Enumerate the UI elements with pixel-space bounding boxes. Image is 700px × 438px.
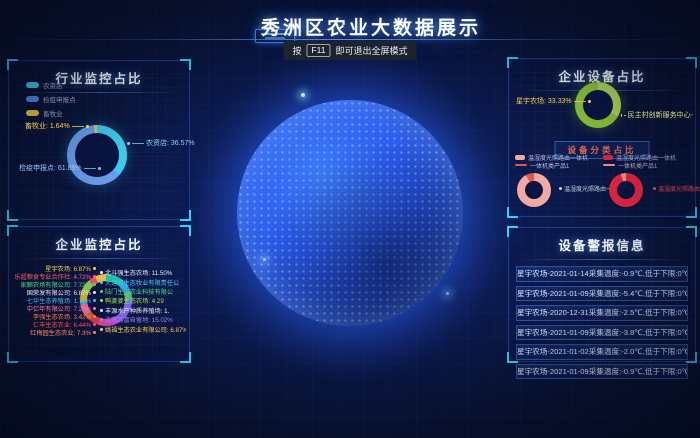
dashboard: 秀洲区农业大数据展示 按 F11 即可退出全屏模式 行业监控占比 农资店 检疫申…: [0, 0, 700, 438]
legend-swatch: [603, 164, 615, 166]
device-alarm-panel: 设备警报信息 星宇农场-2021-01-14采集温度:-0.9℃,低于下限:0℃…: [508, 227, 696, 362]
device-ratio-panel: 企业设备占比 星宇农场: 33.33% 民主村创新服务中心- 设备分类占比 温湿…: [508, 58, 696, 217]
particle: [301, 93, 305, 97]
legend-item[interactable]: 畜牧业: [26, 108, 76, 118]
f11-keycap: F11: [306, 44, 330, 57]
alarm-row: 星宇农场-2021-01-09采集温度:-3.8℃,低于下限:0℃: [516, 325, 688, 341]
legend-item[interactable]: 一体机类产品1: [515, 161, 601, 169]
legend-item[interactable]: 检疫申报点: [26, 94, 76, 104]
mini-donut-chart[interactable]: [609, 173, 643, 207]
legend-swatch: [26, 110, 39, 116]
alarm-row: 星宇农场-2021-01-09采集温度:-5.4℃,低于下限:0℃: [516, 286, 688, 302]
pie-label: 检疫申报点: 61.85%: [19, 163, 101, 173]
particle: [446, 292, 449, 295]
panel-title: 设备警报信息: [509, 235, 695, 254]
legend-label: 农资店: [43, 80, 63, 90]
mini-chart-left: 温湿度光照路由一体机 一体机类产品1 温湿度光照路由一—: [515, 153, 601, 213]
industry-monitor-panel: 行业监控占比 农资店 检疫申报点 畜牧业 畜牧业: 1.64%: [8, 60, 190, 220]
legend-swatch: [603, 155, 613, 160]
pie-label: 畜牧业: 1.64%: [25, 121, 89, 131]
legend-item[interactable]: 一体机类产品1: [603, 161, 700, 169]
pie-labels-right: 北斗强生态农场: 11.50% 大运河生态牧业有限责任公 陆门生态农业科技有限公…: [100, 268, 186, 334]
legend-label: 一体机类产品1: [618, 161, 657, 170]
pie-labels-left: 星宇农场: 6.87% 乐超粮食专业合作社: 4.72% 家麒农场有限公司: 7…: [14, 264, 96, 336]
pie-label: 民主村创新服务中心-: [621, 110, 693, 120]
legend-swatch: [26, 96, 39, 102]
mini-chart-right: 温湿度光照路由一体机 一体机类产品1 温湿度光照路由一—: [603, 153, 700, 213]
particle: [263, 258, 266, 261]
alarm-list: 星宇农场-2021-01-14采集温度:-0.9℃,低于下限:0℃ 星宇农场-2…: [509, 266, 695, 379]
divider: [18, 258, 180, 259]
tooltip-prefix: 按: [292, 44, 301, 57]
alarm-row: 星宇农场-2021-01-14采集温度:-0.9℃,低于下限:0℃: [516, 266, 688, 282]
mini-donut-chart[interactable]: [517, 173, 551, 207]
legend-swatch: [515, 164, 527, 166]
fullscreen-tooltip: 按 F11 即可退出全屏模式: [283, 41, 416, 60]
industry-donut-chart[interactable]: [67, 125, 127, 185]
chart-legend: 农资店 检疫申报点 畜牧业: [26, 80, 76, 118]
legend-label: 检疫申报点: [43, 94, 76, 104]
alarm-row: 星宇农场-2021-01-02采集温度:-2.0℃,低于下限:0℃: [516, 344, 688, 360]
tooltip-suffix: 即可退出全屏模式: [336, 44, 408, 57]
pie-label: 星宇农场: 33.33%: [516, 96, 591, 106]
panel-title: 企业监控占比: [9, 234, 189, 253]
legend-label: 一体机类产品1: [530, 161, 569, 170]
page-title: 秀洲区农业大数据展示: [0, 13, 700, 40]
alarm-row: 星宇农场-2020-12-31采集温度:-2.5℃,低于下限:0℃: [516, 305, 688, 321]
globe: [237, 100, 463, 326]
legend-swatch: [26, 82, 39, 88]
legend-item[interactable]: 农资店: [26, 80, 76, 90]
pie-label: 温湿度光照路由一—: [653, 184, 700, 193]
enterprise-monitor-panel: 企业监控占比 星宇农场: 6.87% 乐超粮食专业合作社: 4.72% 家麒农场…: [8, 226, 190, 362]
alarm-row: 星宇农场-2021-01-09采集温度:-0.9℃,低于下限:0℃: [516, 364, 688, 380]
legend-swatch: [515, 155, 525, 160]
pie-label: 农资店: 36.57%: [127, 138, 195, 148]
divider: [518, 259, 686, 260]
legend-label: 畜牧业: [43, 108, 63, 118]
